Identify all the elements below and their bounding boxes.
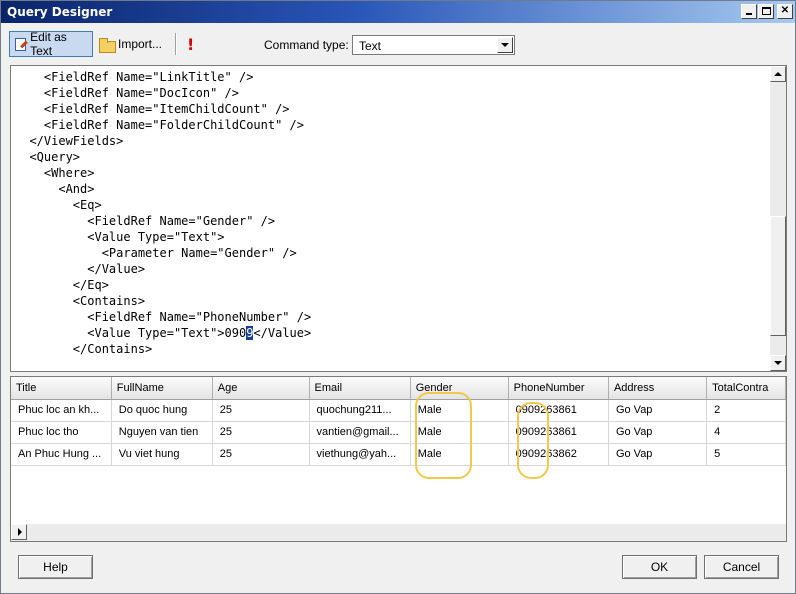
cancel-button[interactable]: Cancel	[704, 555, 779, 579]
table-cell[interactable]: Do quoc hung	[111, 399, 213, 422]
title-bar[interactable]: Query Designer ✕	[1, 1, 795, 23]
toolbar: Edit as Text Import... ! Command type: T…	[7, 29, 791, 61]
help-button[interactable]: Help	[18, 555, 93, 579]
code-line[interactable]: </Value>	[15, 261, 765, 277]
command-type-value: Text	[359, 39, 382, 53]
toolbar-separator	[175, 33, 177, 55]
column-header[interactable]: PhoneNumber	[508, 377, 609, 400]
table-cell[interactable]: 5	[706, 443, 786, 466]
column-header[interactable]: Gender	[410, 377, 509, 400]
table-cell[interactable]: Phuc loc tho	[11, 421, 112, 444]
scroll-right-icon[interactable]	[11, 524, 27, 540]
editor-vertical-scrollbar[interactable]	[770, 66, 786, 371]
scroll-thumb[interactable]	[770, 216, 786, 336]
table-cell[interactable]: Nguyen van tien	[111, 421, 213, 444]
query-code[interactable]: <FieldRef Name="LinkTitle" /> <FieldRef …	[15, 69, 765, 357]
column-header[interactable]: TotalContra	[706, 377, 786, 400]
close-icon[interactable]: ✕	[777, 4, 793, 19]
table-row[interactable]: An Phuc Hung ... Vu viet hung 25 viethung@y…	[11, 443, 786, 466]
code-line[interactable]: </Eq>	[15, 277, 765, 293]
import-folder-icon	[99, 37, 116, 53]
table-cell[interactable]: 25	[212, 399, 310, 422]
column-header[interactable]: Title	[11, 377, 112, 400]
chevron-down-icon[interactable]	[497, 37, 513, 53]
code-line[interactable]: <Where>	[15, 165, 765, 181]
table-cell[interactable]: 2	[706, 399, 786, 422]
edit-as-text-button[interactable]: Edit as Text	[9, 30, 93, 58]
code-line[interactable]: <And>	[15, 181, 765, 197]
query-designer-window: Query Designer ✕ Edit as Text Import... …	[0, 0, 796, 594]
table-cell[interactable]: 4	[706, 421, 786, 444]
code-line[interactable]: <FieldRef Name="DocIcon" />	[15, 85, 765, 101]
ok-button[interactable]: OK	[622, 555, 697, 579]
table-cell[interactable]: Male	[410, 399, 509, 422]
table-cell[interactable]: 25	[212, 443, 310, 466]
code-line[interactable]: <Value Type="Text">0909</Value>	[15, 325, 765, 341]
table-row[interactable]: Phuc loc an kh... Do quoc hung 25 quochung2…	[11, 399, 786, 422]
table-cell[interactable]: Go Vap	[608, 421, 708, 444]
column-header[interactable]: Email	[309, 377, 411, 400]
code-line[interactable]: <FieldRef Name="LinkTitle" />	[15, 69, 765, 85]
command-type-select[interactable]: Text	[352, 35, 515, 55]
command-type-label: Command type:	[264, 38, 349, 52]
column-header[interactable]: Age	[212, 377, 310, 400]
table-cell[interactable]: Phuc loc an kh...	[11, 399, 112, 422]
code-line[interactable]: <FieldRef Name="FolderChildCount" />	[15, 117, 765, 133]
table-row[interactable]: Phuc loc tho Nguyen van tien 25 vantien@gma…	[11, 421, 786, 444]
query-text-editor[interactable]: <FieldRef Name="LinkTitle" /> <FieldRef …	[10, 65, 787, 372]
table-cell[interactable]: Male	[410, 443, 509, 466]
import-button[interactable]: Import...	[95, 31, 167, 57]
window-controls: ✕	[741, 4, 793, 19]
results-table: Title FullName Age Email Gender PhoneNumber Ad…	[11, 377, 786, 466]
table-cell[interactable]: An Phuc Hung ...	[11, 443, 112, 466]
table-cell[interactable]: Go Vap	[608, 443, 708, 466]
edit-as-text-icon	[14, 37, 27, 51]
column-header[interactable]: Address	[608, 377, 708, 400]
maximize-icon[interactable]	[758, 4, 774, 19]
column-header[interactable]: FullName	[111, 377, 213, 400]
table-cell[interactable]: 0909263861	[508, 421, 609, 444]
scroll-up-icon[interactable]	[770, 66, 786, 82]
results-grid: Title FullName Age Email Gender PhoneNumber Ad…	[10, 376, 787, 542]
edit-as-text-label: Edit as Text	[30, 30, 67, 58]
code-line[interactable]: </Contains>	[15, 341, 765, 357]
table-cell[interactable]: Vu viet hung	[111, 443, 213, 466]
table-cell[interactable]: viethung@yah...	[309, 443, 411, 466]
code-line[interactable]: <Parameter Name="Gender" />	[15, 245, 765, 261]
table-cell[interactable]: 0909263862	[508, 443, 609, 466]
code-line[interactable]: <FieldRef Name="PhoneNumber" />	[15, 309, 765, 325]
code-line[interactable]: <Eq>	[15, 197, 765, 213]
minimize-icon[interactable]	[741, 4, 757, 19]
table-cell[interactable]: 0909263861	[508, 399, 609, 422]
table-cell[interactable]: Go Vap	[608, 399, 708, 422]
results-header-row: Title FullName Age Email Gender PhoneNumber Ad…	[11, 377, 786, 400]
code-line[interactable]: <Contains>	[15, 293, 765, 309]
run-query-icon[interactable]: !	[187, 35, 194, 54]
code-line[interactable]: </ViewFields>	[15, 133, 765, 149]
grid-horizontal-scrollbar[interactable]	[11, 524, 786, 541]
table-cell[interactable]: vantien@gmail...	[309, 421, 411, 444]
table-cell[interactable]: 25	[212, 421, 310, 444]
code-line[interactable]: <Value Type="Text">	[15, 229, 765, 245]
code-line[interactable]: <FieldRef Name="ItemChildCount" />	[15, 101, 765, 117]
code-line[interactable]: <Query>	[15, 149, 765, 165]
scroll-down-icon[interactable]	[770, 355, 786, 371]
import-label: Import...	[118, 37, 163, 51]
table-cell[interactable]: Male	[410, 421, 509, 444]
table-cell[interactable]: quochung211...	[309, 399, 411, 422]
code-line[interactable]: <FieldRef Name="Gender" />	[15, 213, 765, 229]
window-title: Query Designer	[7, 5, 113, 19]
